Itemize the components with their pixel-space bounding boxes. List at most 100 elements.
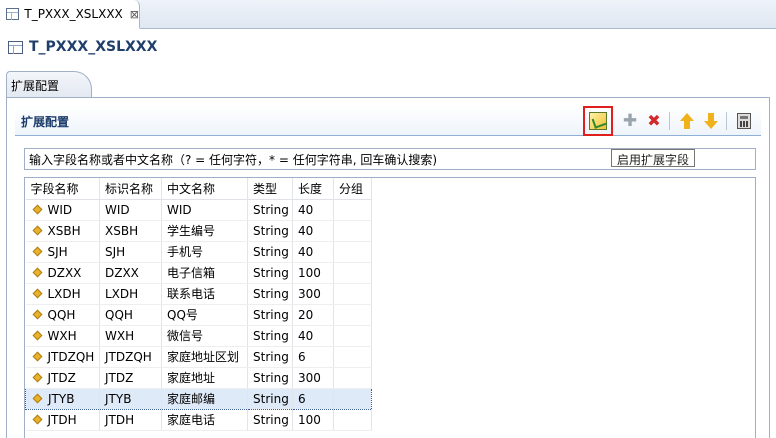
table-cell: String <box>247 241 293 263</box>
table-cell: String <box>247 409 293 431</box>
enable-extension-icon <box>589 112 607 130</box>
table-cell: JTDZQH <box>99 346 162 368</box>
table-row[interactable]: QQH QQH QQ号 String 20 <box>25 304 372 326</box>
field-icon <box>32 204 42 214</box>
field-icon <box>32 225 42 235</box>
table-cell: WID <box>161 199 248 221</box>
table-cell: 家庭地址 <box>161 367 248 389</box>
column-header[interactable]: 类型 <box>247 178 293 200</box>
table-cell: 电子信箱 <box>161 262 248 284</box>
table-row[interactable]: SJH SJH 手机号 String 40 <box>25 241 372 263</box>
calculator-button[interactable] <box>733 110 755 132</box>
table-row[interactable]: LXDH LXDH 联系电话 String 300 <box>25 283 372 305</box>
close-icon[interactable]: ⊠ <box>130 8 139 21</box>
field-name: JTDH <box>47 412 77 427</box>
table-row[interactable]: XSBH XSBH 学生编号 String 40 <box>25 220 372 242</box>
column-header[interactable]: 分组 <box>333 178 372 200</box>
editor-tab[interactable]: T_PXXX_XSLXXX ⊠ <box>0 0 140 29</box>
field-name: XSBH <box>47 223 81 238</box>
table-cell: String <box>247 199 293 221</box>
table-body: WID WID WID String 40 XSBH XSBH 学生编号 String 40 SJH… <box>25 199 372 431</box>
field-icon <box>32 288 42 298</box>
field-name: JTDZQH <box>47 349 95 364</box>
field-name-cell: JTYB <box>25 387 100 410</box>
column-header[interactable]: 中文名称 <box>161 178 248 200</box>
field-name: DZXX <box>47 265 82 280</box>
table-row[interactable]: JTDZQH JTDZQH 家庭地址区划 String 6 <box>25 346 372 368</box>
table-cell: QQ号 <box>161 304 248 326</box>
field-name-cell: JTDZQH <box>25 346 100 368</box>
table-row[interactable]: JTDZ JTDZ 家庭地址 String 300 <box>25 367 372 389</box>
table-cell: 家庭电话 <box>161 409 248 431</box>
fields-table: 字段名称 标识名称 中文名称 类型 长度 分组 WID WID WID String 40 XSBH… <box>24 177 756 438</box>
field-icon <box>32 330 42 340</box>
table-cell <box>333 409 372 431</box>
field-name-cell: JTDZ <box>25 367 100 389</box>
table-cell: String <box>247 346 293 368</box>
table-cell <box>333 199 372 221</box>
table-cell: 家庭地址区划 <box>161 346 248 368</box>
group-title: 扩展配置 <box>21 115 70 129</box>
field-name-cell: QQH <box>25 304 100 326</box>
move-up-button[interactable] <box>676 110 698 132</box>
table-row[interactable]: WXH WXH 微信号 String 40 <box>25 325 372 347</box>
table-cell: JTDH <box>99 409 162 431</box>
table-cell: DZXX <box>99 262 162 284</box>
toolbar-separator <box>726 112 727 130</box>
group-header: 扩展配置 ✚ ✖ <box>15 106 761 136</box>
field-name: WXH <box>47 328 77 343</box>
table-cell <box>333 346 372 368</box>
field-icon <box>32 393 43 403</box>
table-cell: 40 <box>292 325 334 347</box>
field-name: LXDH <box>47 286 81 301</box>
tab-extension-config[interactable]: 扩展配置 <box>6 71 92 98</box>
table-row[interactable]: JTDH JTDH 家庭电话 String 100 <box>25 409 372 431</box>
toolbar: ✚ ✖ <box>581 106 755 136</box>
add-field-button[interactable]: ✚ <box>619 110 641 132</box>
field-name: SJH <box>47 244 68 259</box>
table-cell: WID <box>99 199 162 221</box>
table-cell: 300 <box>292 283 334 305</box>
move-down-button[interactable] <box>700 110 722 132</box>
field-name-cell: WXH <box>25 325 100 347</box>
table-cell: SJH <box>99 241 162 263</box>
table-row[interactable]: JTYB JTYB 家庭邮编 String 6 <box>25 387 372 410</box>
table-row[interactable]: WID WID WID String 40 <box>25 199 372 221</box>
field-name-cell: DZXX <box>25 262 100 284</box>
add-icon: ✚ <box>622 110 638 131</box>
table-cell: 100 <box>292 409 334 431</box>
field-icon <box>32 309 42 319</box>
table-cell: String <box>247 387 293 410</box>
table-row[interactable]: DZXX DZXX 电子信箱 String 100 <box>25 262 372 284</box>
editor-tab-title: T_PXXX_XSLXXX <box>24 7 123 21</box>
table-cell: 微信号 <box>161 325 248 347</box>
table-cell: 40 <box>292 220 334 242</box>
enable-extension-button[interactable] <box>583 106 613 136</box>
calculator-icon <box>737 113 751 129</box>
field-name: QQH <box>47 307 76 322</box>
field-name-cell: XSBH <box>25 220 100 242</box>
editor-tab-bar: T_PXXX_XSLXXX ⊠ <box>0 0 776 29</box>
toolbar-separator <box>669 112 670 130</box>
fields-table-grid: 字段名称 标识名称 中文名称 类型 长度 分组 WID WID WID String 40 XSBH… <box>25 178 372 431</box>
table-cell: QQH <box>99 304 162 326</box>
table-cell <box>333 220 372 242</box>
field-icon <box>32 246 42 256</box>
column-header[interactable]: 字段名称 <box>25 178 100 200</box>
table-cell <box>333 325 372 347</box>
table-cell <box>333 304 372 326</box>
field-icon <box>32 372 42 382</box>
delete-icon: ✖ <box>647 111 661 130</box>
table-cell: 40 <box>292 199 334 221</box>
table-cell: JTDZ <box>99 367 162 389</box>
field-name-cell: WID <box>25 199 100 221</box>
field-icon <box>32 414 42 424</box>
delete-field-button[interactable]: ✖ <box>643 110 665 132</box>
table-cell: 家庭邮编 <box>161 387 248 410</box>
column-header[interactable]: 标识名称 <box>99 178 162 200</box>
column-header[interactable]: 长度 <box>292 178 334 200</box>
table-icon <box>6 8 20 20</box>
table-cell: String <box>247 220 293 242</box>
field-name: WID <box>47 202 73 217</box>
table-cell: 40 <box>292 241 334 263</box>
